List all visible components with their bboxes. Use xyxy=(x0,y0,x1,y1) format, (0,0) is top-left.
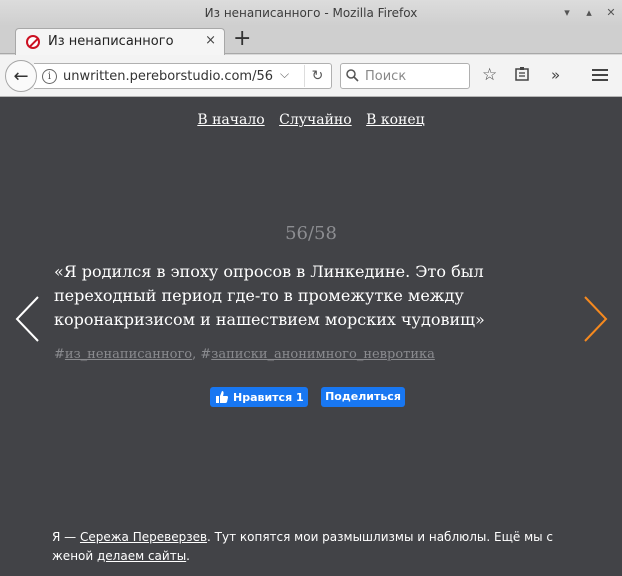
post-counter: 56/58 xyxy=(285,223,337,244)
new-tab-button[interactable]: + xyxy=(233,27,251,51)
reload-icon[interactable]: ↻ xyxy=(304,65,330,87)
bookmark-star-icon[interactable]: ☆ xyxy=(482,65,497,85)
tag-list: #из_ненаписанного, #записки_анонимного_н… xyxy=(54,347,435,362)
back-button[interactable]: ← xyxy=(5,60,37,92)
like-label: Нравится 1 xyxy=(233,390,304,404)
tab-title: Из ненаписанного xyxy=(48,34,174,49)
footer-prefix: Я — xyxy=(52,530,80,544)
search-placeholder: Поиск xyxy=(365,69,407,84)
site-info-icon[interactable]: i xyxy=(42,69,57,84)
reading-list-icon[interactable] xyxy=(514,66,530,87)
footer-text: Я — Сережа Переверзев. Тут копятся мои р… xyxy=(52,528,572,566)
next-arrow-icon[interactable] xyxy=(581,295,609,343)
tag-hash: # xyxy=(54,347,65,362)
author-link[interactable]: Сережа Переверзев xyxy=(80,530,207,544)
tag-link[interactable]: из_ненаписанного xyxy=(65,347,192,362)
overflow-chevron-icon[interactable]: » xyxy=(551,66,560,84)
url-bar[interactable]: i unwritten.pereborstudio.com/56 ⌵ ↻ xyxy=(34,63,332,89)
thumbs-up-icon xyxy=(216,391,228,403)
navigation-toolbar: i unwritten.pereborstudio.com/56 ⌵ ↻ ← П… xyxy=(0,55,622,97)
window-titlebar: Из ненаписанного - Mozilla Firefox ▾ ▴ ✕ xyxy=(0,0,622,26)
tag-hash: # xyxy=(200,347,212,362)
facebook-like-button[interactable]: Нравится 1 xyxy=(210,387,308,407)
nav-link-end[interactable]: В конец xyxy=(366,112,425,128)
search-input[interactable]: Поиск xyxy=(340,63,470,89)
post-quote: «Я родился в эпоху опросов в Линкедине. … xyxy=(54,262,485,329)
hamburger-menu-icon[interactable] xyxy=(592,67,608,87)
window-title: Из ненаписанного - Mozilla Firefox xyxy=(204,6,418,20)
page-content: В начало Случайно В конец 56/58 «Я родил… xyxy=(0,97,622,576)
url-text[interactable]: unwritten.pereborstudio.com/56 xyxy=(63,69,273,84)
close-window-icon[interactable]: ✕ xyxy=(606,0,616,26)
search-icon xyxy=(346,69,359,86)
maximize-icon[interactable]: ▴ xyxy=(584,0,594,26)
facebook-share-button[interactable]: Поделиться xyxy=(321,387,405,407)
previous-arrow-icon[interactable] xyxy=(14,295,42,343)
site-favicon-icon xyxy=(26,35,40,49)
tab-close-icon[interactable]: × xyxy=(205,33,216,48)
url-dropdown-icon[interactable]: ⌵ xyxy=(280,67,289,82)
window-controls: ▾ ▴ ✕ xyxy=(562,0,616,26)
top-navigation: В начало Случайно В конец xyxy=(0,112,622,128)
minimize-icon[interactable]: ▾ xyxy=(562,0,572,26)
nav-link-random[interactable]: Случайно xyxy=(279,112,352,128)
tag-link[interactable]: записки_анонимного_невротика xyxy=(211,347,435,362)
sites-link[interactable]: делаем сайты xyxy=(97,549,186,563)
tab-active[interactable]: Из ненаписанного × xyxy=(15,28,225,55)
back-arrow-icon: ← xyxy=(13,65,29,87)
footer-suffix: . xyxy=(186,549,190,563)
nav-link-start[interactable]: В начало xyxy=(197,112,264,128)
tab-strip: Из ненаписанного × + xyxy=(0,26,622,55)
